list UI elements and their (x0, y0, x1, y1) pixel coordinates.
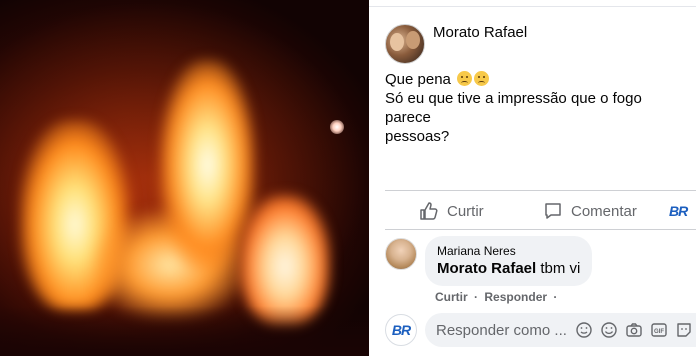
thumbs-up-icon (420, 202, 438, 220)
comment-reply-link[interactable]: Responder (484, 290, 547, 304)
reply-tools: GIF (575, 321, 693, 339)
separator: · (474, 290, 479, 304)
comment-like-link[interactable]: Curtir (435, 290, 468, 304)
reply-input[interactable]: Responder como ... GIF (425, 313, 696, 347)
like-label: Curtir (447, 202, 484, 220)
post-text: Que pena Só eu que tive a impressão que … (385, 70, 690, 146)
svg-text:GIF: GIF (654, 329, 664, 335)
post-actions: Curtir Comentar BR (385, 196, 696, 226)
ground-shadow (0, 306, 369, 356)
post-panel: Morato Rafael Que pena Só eu que tive a … (369, 0, 696, 356)
reply-as-avatar: BR (385, 314, 417, 346)
fire-photo (0, 0, 369, 356)
post-text-line2: Só eu que tive a impressão que o fogo pa… (385, 90, 642, 126)
page-logo: BR (669, 203, 688, 219)
comment-body: tbm vi (540, 260, 581, 277)
gif-icon[interactable]: GIF (650, 321, 668, 339)
post-author[interactable]: Morato Rafael (433, 24, 527, 41)
post-text-line1: Que pena (385, 71, 451, 88)
commenter-avatar[interactable] (385, 238, 417, 270)
sticker-icon[interactable] (575, 321, 593, 339)
reply-placeholder: Responder como ... (436, 322, 567, 339)
emoji-icon[interactable] (600, 321, 618, 339)
comment-actions: Curtir · Responder · (435, 290, 560, 304)
comment-icon (545, 203, 561, 219)
comment-mention[interactable]: Morato Rafael (437, 260, 536, 277)
light-spot (330, 120, 344, 134)
comment-button[interactable]: Comentar (543, 196, 637, 226)
actions-divider-bottom (385, 229, 696, 230)
separator: · (553, 290, 558, 304)
author-avatar[interactable] (385, 24, 425, 64)
sticker-face-icon[interactable] (675, 321, 693, 339)
reply-logo-text: BR (391, 322, 411, 338)
commenter-name[interactable]: Mariana Neres (437, 243, 580, 259)
sad-face-icon (457, 71, 473, 86)
sad-face-icon (474, 71, 490, 86)
comment-bubble: Mariana Neres Morato Rafael tbm vi (425, 236, 593, 286)
top-divider (369, 6, 696, 7)
like-button[interactable]: Curtir (419, 196, 484, 226)
comment-text: Morato Rafael tbm vi (437, 259, 580, 278)
share-as-page-button[interactable]: BR (669, 196, 688, 226)
camera-icon[interactable] (625, 321, 643, 339)
actions-divider-top (385, 190, 696, 191)
comment-label: Comentar (571, 202, 637, 220)
post-text-line3: pessoas? (385, 128, 450, 145)
